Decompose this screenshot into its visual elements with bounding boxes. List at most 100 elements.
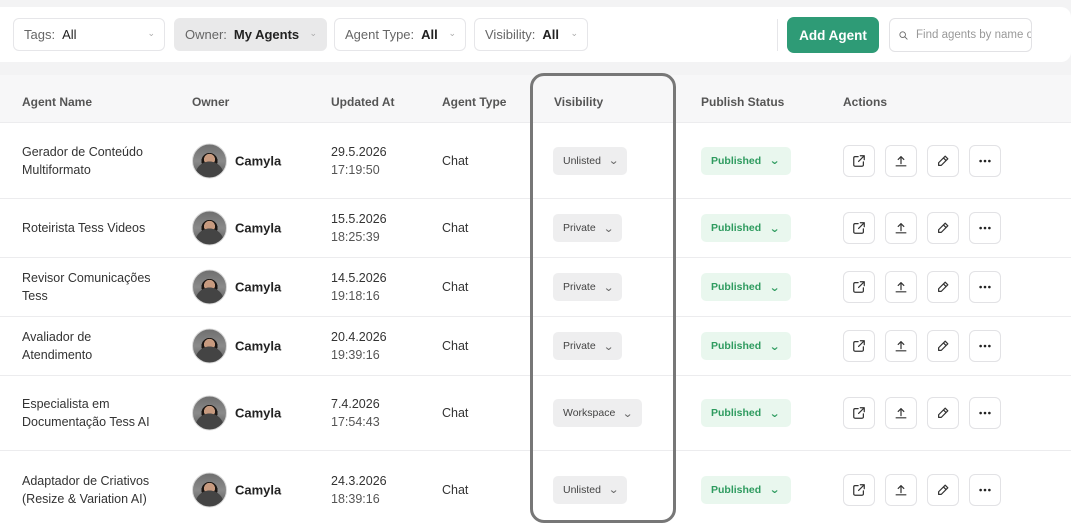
add-agent-button[interactable]: Add Agent [787,17,879,53]
edit-agent-button[interactable] [927,212,959,244]
chevron-down-icon: ⌄ [448,28,456,38]
tags-filter[interactable]: Tags: All ⌄ [13,18,165,51]
owner-name: Camyla [235,338,282,354]
edit-agent-button[interactable] [927,271,959,303]
table-row[interactable]: Roteirista Tess Videos Camyla 15.5.2026 … [0,199,1071,258]
chevron-down-icon: ⌄ [622,407,634,420]
external-link-icon [853,407,865,419]
publish-status-dropdown[interactable]: Published ⌄ [701,273,791,301]
agents-table: Agent Name Owner Updated At Agent Type V… [0,75,1071,530]
publish-agent-button[interactable] [885,397,917,429]
publish-status-dropdown[interactable]: Published ⌄ [701,399,791,427]
edit-agent-button[interactable] [927,330,959,362]
publish-agent-button[interactable] [885,473,917,506]
chevron-down-icon: ⌄ [602,281,614,294]
chevron-down-icon: ⌄ [769,222,781,235]
table-row[interactable]: Gerador de Conteúdo Multiformato Camyla … [0,123,1071,199]
agent-name[interactable]: Revisor Comunicações Tess [22,269,152,305]
visibility-dropdown[interactable]: Unlisted ⌄ [553,475,628,504]
more-options-button[interactable] [969,144,1001,177]
updated-cell: 20.4.2026 19:39:16 [331,328,387,364]
table-row[interactable]: Avaliador de Atendimento Camyla 20.4.202… [0,317,1071,376]
edit-icon [938,222,949,233]
updated-cell: 24.3.2026 18:39:16 [331,472,387,508]
upload-icon [895,282,907,293]
upload-icon [895,408,907,419]
updated-date: 15.5.2026 [331,212,387,226]
agent-name[interactable]: Avaliador de Atendimento [22,328,152,364]
visibility-value: Workspace [563,407,616,419]
agent-name[interactable]: Adaptador de Criativos (Resize & Variati… [22,472,152,508]
publish-status-value: Published [711,222,762,234]
visibility-value: Unlisted [563,483,601,496]
edit-agent-button[interactable] [927,473,959,506]
publish-status-dropdown[interactable]: Published ⌄ [701,146,791,175]
upload-icon [895,223,907,234]
publish-agent-button[interactable] [885,330,917,362]
column-header-owner[interactable]: Owner [192,95,229,109]
open-agent-button[interactable] [843,397,875,429]
visibility-dropdown[interactable]: Private ⌄ [553,273,622,301]
column-header-publish[interactable]: Publish Status [701,95,784,109]
agent-type-filter-value: All [421,27,438,42]
table-row[interactable]: Adaptador de Criativos (Resize & Variati… [0,451,1071,528]
table-row[interactable]: Revisor Comunicações Tess Camyla 14.5.20… [0,258,1071,317]
avatar [192,395,227,431]
edit-agent-button[interactable] [927,397,959,429]
edit-icon [938,155,949,166]
chevron-down-icon: ⌄ [602,222,614,235]
updated-time: 19:18:16 [331,289,380,303]
publish-status-dropdown[interactable]: Published ⌄ [701,332,791,360]
owner-cell: Camyla [192,210,282,246]
search-box[interactable] [889,18,1032,52]
more-icon [979,344,991,348]
table-row[interactable]: Especialista em Documentação Tess AI Cam… [0,376,1071,451]
agent-name[interactable]: Gerador de Conteúdo Multiformato [22,143,152,179]
open-agent-button[interactable] [843,473,875,506]
column-header-updated[interactable]: Updated At [331,95,395,109]
chevron-down-icon: ⌄ [570,28,578,38]
column-header-visibility[interactable]: Visibility [554,95,603,109]
publish-agent-button[interactable] [885,271,917,303]
agent-name[interactable]: Roteirista Tess Videos [22,219,152,237]
row-actions [843,330,1001,362]
visibility-dropdown[interactable]: Private ⌄ [553,214,622,242]
visibility-filter[interactable]: Visibility: All ⌄ [474,18,588,51]
more-options-button[interactable] [969,271,1001,303]
owner-filter[interactable]: Owner: My Agents ⌄ [174,18,327,51]
column-header-name[interactable]: Agent Name [22,95,92,109]
publish-agent-button[interactable] [885,144,917,177]
edit-icon [938,407,949,418]
updated-date: 29.5.2026 [331,144,387,159]
visibility-filter-label: Visibility: [485,27,536,42]
owner-name: Camyla [235,220,282,236]
owner-name: Camyla [235,405,282,421]
more-options-button[interactable] [969,330,1001,362]
open-agent-button[interactable] [843,271,875,303]
toolbar-divider [777,19,778,51]
visibility-dropdown[interactable]: Workspace ⌄ [553,399,642,427]
agent-type-filter[interactable]: Agent Type: All ⌄ [334,18,466,51]
publish-agent-button[interactable] [885,212,917,244]
visibility-dropdown[interactable]: Private ⌄ [553,332,622,360]
more-options-button[interactable] [969,473,1001,506]
updated-cell: 15.5.2026 18:25:39 [331,210,387,246]
publish-status-value: Published [711,281,762,293]
visibility-value: Private [563,281,596,293]
publish-status-dropdown[interactable]: Published ⌄ [701,475,791,504]
publish-status-dropdown[interactable]: Published ⌄ [701,214,791,242]
chevron-down-icon: ⌄ [602,340,614,353]
updated-date: 20.4.2026 [331,330,387,344]
search-input[interactable] [916,29,1031,41]
more-icon [979,285,991,289]
more-options-button[interactable] [969,397,1001,429]
column-header-type[interactable]: Agent Type [442,95,506,109]
visibility-dropdown[interactable]: Unlisted ⌄ [553,146,628,175]
more-options-button[interactable] [969,212,1001,244]
agent-name[interactable]: Especialista em Documentação Tess AI [22,395,152,431]
open-agent-button[interactable] [843,212,875,244]
open-agent-button[interactable] [843,330,875,362]
open-agent-button[interactable] [843,144,875,177]
edit-agent-button[interactable] [927,144,959,177]
owner-cell: Camyla [192,143,281,178]
